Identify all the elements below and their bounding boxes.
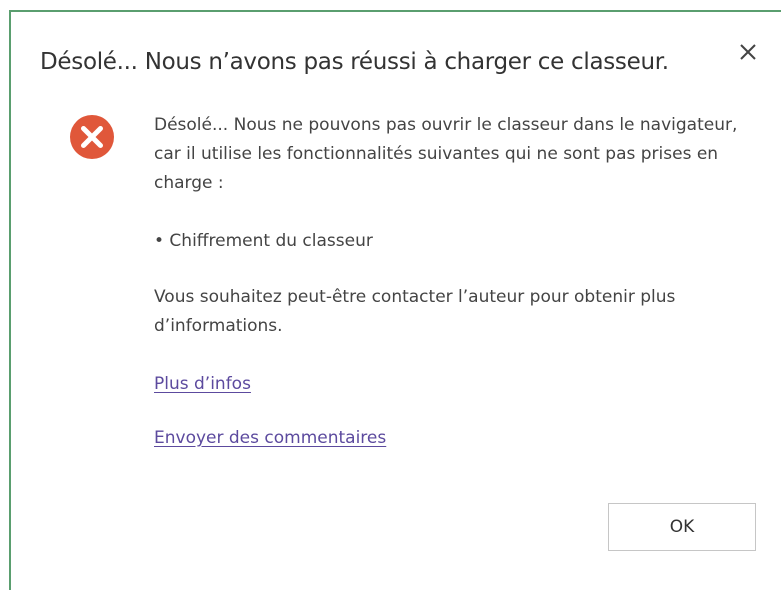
unsupported-feature-item: • Chiffrement du classeur — [154, 231, 373, 251]
contact-author-text: Vous souhaitez peut-être contacter l’aut… — [154, 287, 676, 336]
ok-button[interactable]: OK — [608, 503, 756, 551]
close-button[interactable] — [736, 40, 760, 64]
send-feedback-link[interactable]: Envoyer des commentaires — [154, 424, 386, 453]
error-dialog: Désolé... Nous n’avons pas réussi à char… — [9, 10, 781, 590]
dialog-content: Désolé... Nous ne pouvons pas ouvrir le … — [154, 111, 754, 453]
error-message: Désolé... Nous ne pouvons pas ouvrir le … — [154, 115, 738, 193]
error-icon — [68, 113, 116, 161]
close-icon — [740, 44, 756, 60]
dialog-title: Désolé... Nous n’avons pas réussi à char… — [40, 49, 669, 75]
more-info-link[interactable]: Plus d’infos — [154, 370, 251, 399]
